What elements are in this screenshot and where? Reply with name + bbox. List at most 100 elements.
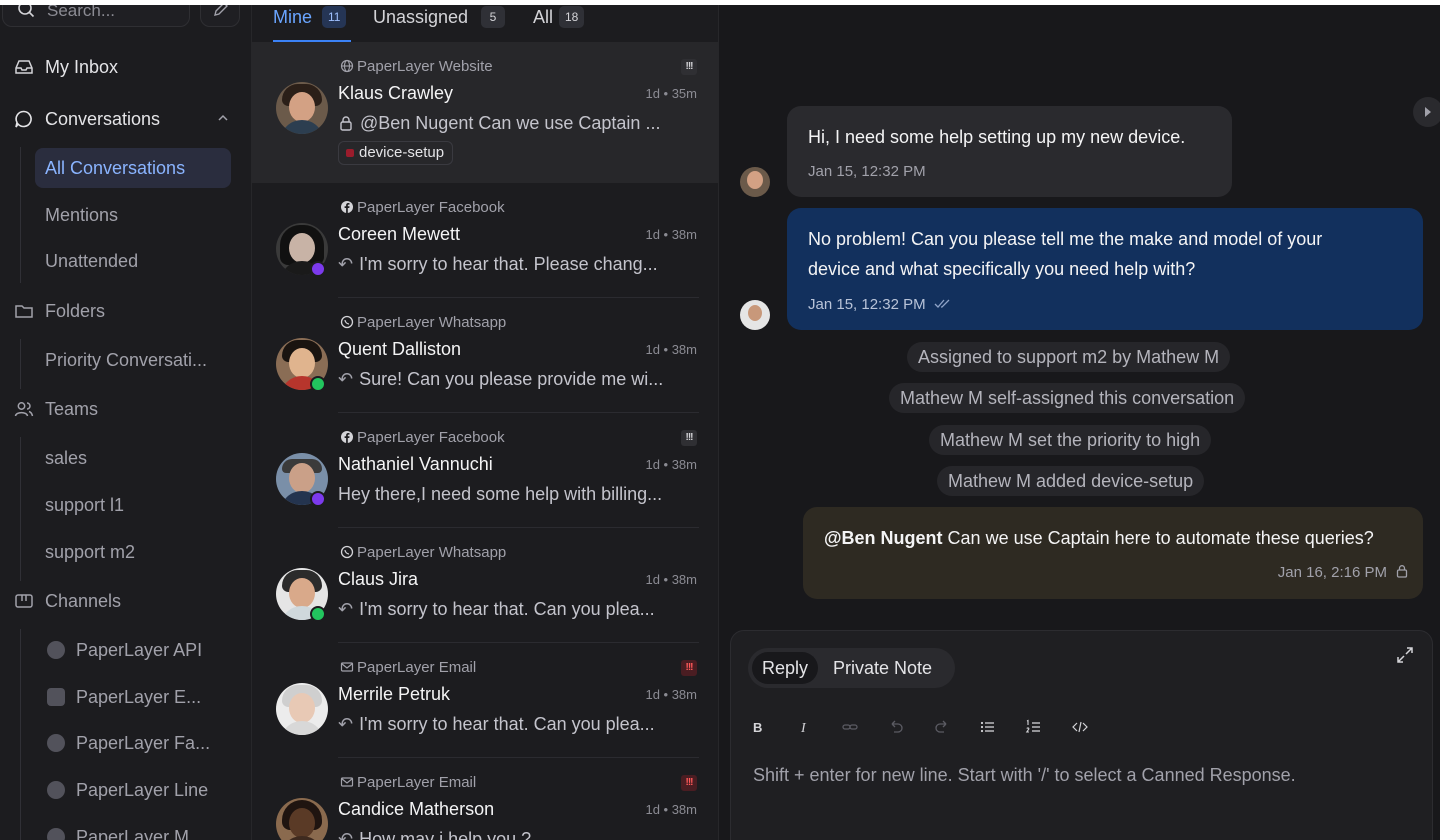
message-preview: ↶ Sure! Can you please provide me wi... bbox=[338, 369, 698, 390]
sidebar-item-mentions[interactable]: Mentions bbox=[35, 195, 231, 235]
inbox-icon bbox=[15, 60, 33, 74]
inbox-label: PaperLayer Whatsapp bbox=[357, 544, 507, 561]
message-time-text: Jan 15, 12:32 PM bbox=[808, 296, 926, 313]
inbox-label: PaperLayer Facebook bbox=[357, 199, 505, 216]
bullet-list-icon[interactable] bbox=[977, 716, 999, 738]
italic-icon[interactable]: I bbox=[793, 716, 815, 738]
contact-name: Coreen Mewett bbox=[338, 224, 461, 244]
pencil-icon bbox=[214, 5, 228, 16]
priority-badge: !!! bbox=[681, 660, 697, 676]
conversation-item[interactable]: PaperLayer Facebook !!! Nathaniel Vannuc… bbox=[252, 413, 718, 528]
undo-icon[interactable] bbox=[885, 716, 907, 738]
avatar bbox=[276, 683, 328, 735]
message-text: How may i help you ? bbox=[359, 829, 532, 840]
sidebar-item-channel-line[interactable]: PaperLayer Line bbox=[35, 770, 231, 810]
message-preview: ↶ I'm sorry to hear that. Can you plea... bbox=[338, 714, 698, 735]
message-time-text: Jan 16, 2:16 PM bbox=[1277, 564, 1387, 581]
tab-label: All bbox=[533, 7, 554, 27]
search-input[interactable]: Search... bbox=[2, 5, 190, 27]
toggle-contact-panel-button[interactable] bbox=[1413, 97, 1440, 127]
avatar bbox=[740, 167, 770, 197]
nav-channels[interactable]: Channels bbox=[0, 581, 251, 621]
chat-bubble-icon bbox=[15, 110, 32, 128]
sidebar-item-priority-conversations[interactable]: Priority Conversati... bbox=[35, 340, 231, 380]
message-text: Hey there,I need some help with billing.… bbox=[338, 484, 663, 504]
count-badge: 18 bbox=[559, 6, 585, 28]
globe-icon bbox=[340, 59, 354, 73]
messenger-icon bbox=[310, 491, 326, 507]
contact-name: Merrile Petruk bbox=[338, 684, 451, 704]
sidebar-item-all-conversations[interactable]: All Conversations bbox=[35, 148, 231, 188]
sidebar-item-channel-email[interactable]: PaperLayer E... bbox=[35, 677, 231, 717]
link-icon[interactable] bbox=[839, 716, 861, 738]
sidebar-item-channel-m[interactable]: PaperLayer M... bbox=[35, 817, 231, 840]
channels-icon bbox=[15, 594, 33, 608]
whatsapp-icon bbox=[310, 376, 326, 392]
facebook-icon bbox=[341, 431, 353, 443]
message-input[interactable]: Shift + enter for new line. Start with '… bbox=[753, 765, 1296, 786]
sidebar-item-unattended[interactable]: Unattended bbox=[35, 241, 231, 281]
sidebar-item-label: support l1 bbox=[45, 495, 125, 515]
svg-text:I: I bbox=[800, 721, 807, 736]
inbox-name: PaperLayer Email bbox=[340, 774, 476, 791]
messenger-icon bbox=[47, 734, 65, 752]
conversation-tabs: Mine 11 Unassigned 5 All 18 bbox=[252, 5, 718, 42]
nav-teams[interactable]: Teams bbox=[0, 389, 251, 429]
label-color-dot bbox=[346, 149, 354, 157]
mail-icon bbox=[47, 688, 65, 706]
conversation-item[interactable]: PaperLayer Whatsapp Claus Jira 1d • 38m … bbox=[252, 528, 718, 643]
contact-name: Claus Jira bbox=[338, 569, 419, 589]
mail-icon bbox=[340, 777, 354, 787]
cloud-icon bbox=[47, 641, 65, 659]
reply-tab[interactable]: Reply bbox=[752, 652, 819, 684]
sidebar-item-team-sales[interactable]: sales bbox=[35, 438, 231, 478]
nav-my-inbox-label: My Inbox bbox=[45, 57, 119, 77]
nav-my-inbox[interactable]: My Inbox bbox=[0, 47, 251, 87]
sidebar-item-label: Unattended bbox=[45, 251, 139, 271]
count-badge: 11 bbox=[322, 6, 347, 28]
contact-name: Klaus Crawley bbox=[338, 83, 454, 103]
inbox-name: PaperLayer Whatsapp bbox=[340, 314, 506, 331]
code-icon[interactable] bbox=[1069, 716, 1091, 738]
sidebar-item-label: PaperLayer M... bbox=[76, 827, 205, 840]
compose-button[interactable] bbox=[200, 5, 240, 27]
message-text: I'm sorry to hear that. Please chang... bbox=[359, 254, 658, 274]
tab-all[interactable]: All 18 bbox=[533, 5, 593, 41]
conversation-item[interactable]: PaperLayer Email !!! Candice Matherson 1… bbox=[252, 758, 718, 840]
mail-icon bbox=[340, 662, 354, 672]
conversation-list: Mine 11 Unassigned 5 All 18 PaperLayer W… bbox=[252, 5, 719, 840]
sidebar-item-channel-facebook[interactable]: PaperLayer Fa... bbox=[35, 723, 231, 763]
inbox-name: PaperLayer Facebook bbox=[340, 429, 505, 446]
sidebar-item-label: sales bbox=[45, 448, 88, 468]
timestamp: 1d • 38m bbox=[645, 457, 697, 472]
reply-icon: ↶ bbox=[338, 369, 354, 389]
expand-icon[interactable] bbox=[1395, 645, 1415, 665]
label-chip[interactable]: device-setup bbox=[338, 141, 454, 165]
sidebar-item-channel-api[interactable]: PaperLayer API bbox=[35, 630, 231, 670]
sidebar-item-label: PaperLayer Line bbox=[76, 780, 209, 800]
numbered-list-icon[interactable] bbox=[1023, 716, 1045, 738]
search-icon bbox=[18, 5, 35, 18]
nav-folders[interactable]: Folders bbox=[0, 291, 251, 331]
sidebar-item-label: PaperLayer Fa... bbox=[76, 733, 211, 753]
timestamp: 1d • 38m bbox=[645, 687, 697, 702]
conversation-item[interactable]: PaperLayer Whatsapp Quent Dalliston 1d •… bbox=[252, 298, 718, 413]
tab-mine[interactable]: Mine 11 bbox=[273, 5, 353, 41]
chevron-up-icon[interactable] bbox=[216, 111, 230, 125]
search-row: Search... bbox=[0, 5, 251, 27]
messenger-icon bbox=[310, 261, 326, 277]
message-text: I'm sorry to hear that. Can you plea... bbox=[359, 714, 655, 734]
conversation-item[interactable]: PaperLayer Email !!! Merrile Petruk 1d •… bbox=[252, 643, 718, 758]
inbox-name: PaperLayer Website bbox=[340, 58, 493, 75]
tab-unassigned[interactable]: Unassigned 5 bbox=[373, 5, 509, 41]
bold-icon[interactable]: B bbox=[747, 716, 769, 738]
private-note-tab[interactable]: Private Note bbox=[823, 652, 942, 684]
redo-icon[interactable] bbox=[931, 716, 953, 738]
sidebar-item-team-support-m2[interactable]: support m2 bbox=[35, 532, 231, 572]
sidebar-item-team-support-l1[interactable]: support l1 bbox=[35, 485, 231, 525]
conversation-item[interactable]: PaperLayer Facebook Coreen Mewett 1d • 3… bbox=[252, 183, 718, 298]
conversation-item[interactable]: PaperLayer Website !!! Klaus Crawley 1d … bbox=[252, 42, 718, 183]
whatsapp-icon bbox=[310, 606, 326, 622]
nav-conversations[interactable]: Conversations bbox=[0, 99, 251, 139]
channel-icon bbox=[47, 828, 65, 840]
